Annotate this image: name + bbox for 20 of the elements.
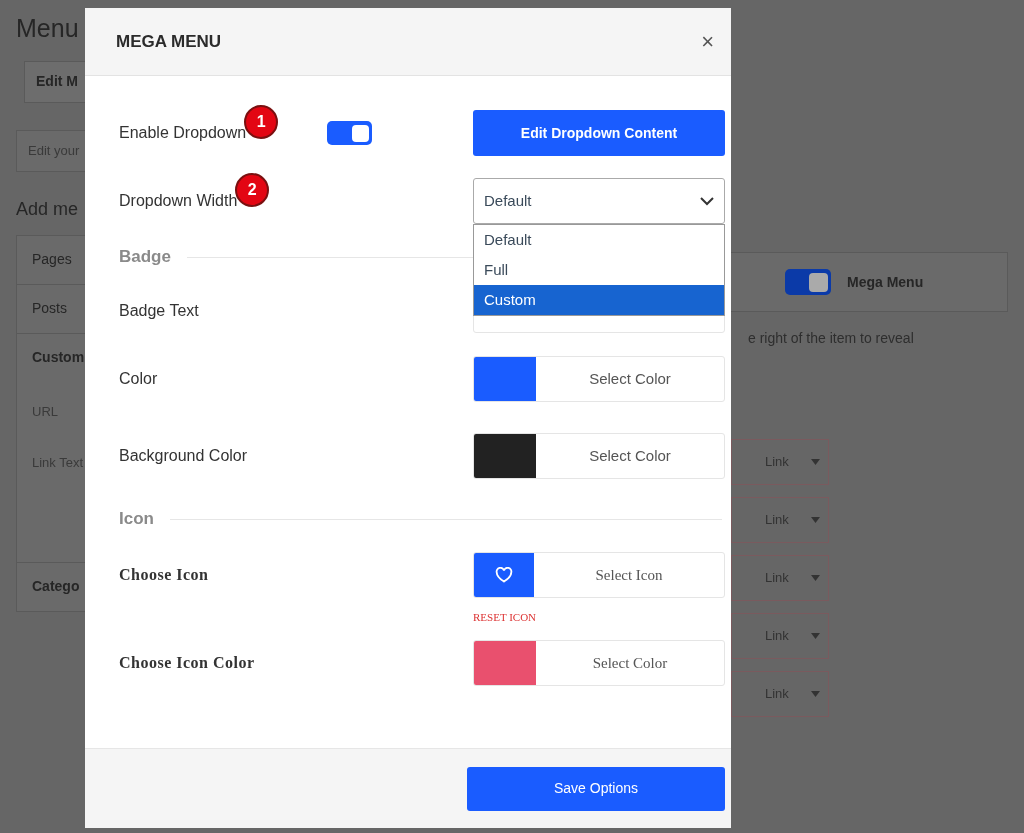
field-label: Badge Text — [119, 302, 199, 319]
dialog-title: MEGA MENU — [116, 30, 222, 53]
field-label: Dropdown Width — [119, 192, 238, 209]
section-title: Icon — [119, 508, 154, 531]
panel-title: Mega Menu — [847, 272, 924, 292]
field-label: Choose Icon — [119, 566, 209, 583]
field-label: Enable Dropdown — [119, 124, 247, 141]
select-color-label: Select Color — [588, 445, 672, 466]
select-icon-label: Select Icon — [594, 565, 664, 585]
select-value: Default — [484, 190, 532, 211]
field-label: Color — [119, 370, 158, 387]
number-marker: 1 — [244, 105, 279, 139]
select-color-label: Select Color — [588, 368, 672, 389]
instruction-text: e right of the item to reveal — [748, 329, 915, 348]
select-color-label: Select Color — [591, 653, 669, 673]
field-label: Choose Icon Color — [119, 654, 255, 671]
section-title: Badge — [119, 246, 171, 269]
field-label: Background Color — [119, 447, 248, 464]
page-title: Menu — [16, 13, 80, 44]
section-heading: Add me — [16, 197, 80, 221]
